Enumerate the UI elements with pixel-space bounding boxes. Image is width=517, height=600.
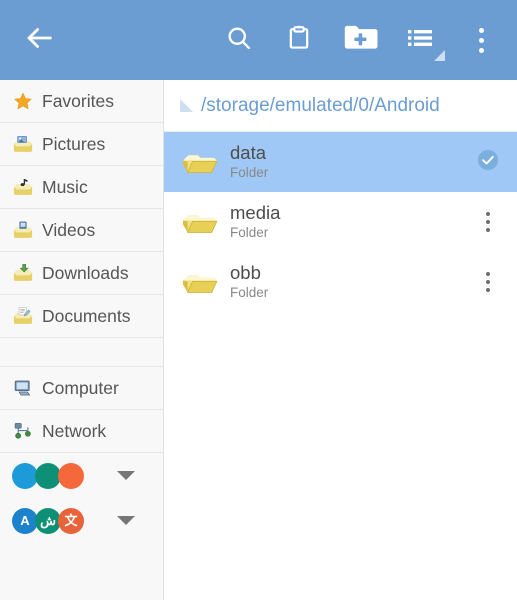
overflow-menu-button[interactable]	[453, 12, 509, 68]
list-view-icon	[407, 26, 437, 55]
more-vertical-icon	[486, 272, 490, 292]
content-area: Favorites Pictures Music Videos Download…	[0, 80, 517, 600]
current-path: /storage/emulated/0/Android	[201, 94, 440, 116]
chevron-down-icon[interactable]	[117, 471, 135, 480]
file-manager-window: Favorites Pictures Music Videos Download…	[0, 0, 517, 600]
search-icon	[225, 24, 253, 57]
folder-downloads-icon	[10, 263, 36, 283]
sidebar-item-label: Pictures	[42, 133, 106, 154]
sidebar-item-documents[interactable]: Documents	[0, 295, 163, 338]
star-icon	[10, 91, 36, 111]
triangle-marker-icon	[180, 99, 193, 112]
top-toolbar	[0, 0, 517, 80]
sidebar-item-label: Computer	[42, 377, 119, 398]
file-info: obb Folder	[230, 262, 471, 302]
row-overflow-button[interactable]	[471, 212, 505, 232]
folder-add-icon	[342, 22, 378, 59]
clipboard-icon	[285, 24, 313, 57]
view-mode-button[interactable]	[391, 12, 453, 68]
sidebar-item-videos[interactable]: Videos	[0, 209, 163, 252]
chevron-down-icon[interactable]	[117, 516, 135, 525]
sidebar-item-music[interactable]: Music	[0, 166, 163, 209]
folder-icon	[178, 205, 222, 239]
file-type: Folder	[230, 225, 269, 241]
sidebar-item-pictures[interactable]: Pictures	[0, 123, 163, 166]
folder-videos-icon	[10, 220, 36, 240]
sidebar-item-label: Documents	[42, 305, 131, 326]
folder-documents-icon	[10, 306, 36, 326]
search-button[interactable]	[209, 12, 269, 68]
back-button[interactable]	[8, 12, 70, 68]
language-swatch-cjk[interactable]: 文	[58, 507, 84, 534]
main-panel: /storage/emulated/0/Android data Folder …	[164, 80, 517, 600]
folder-pictures-icon	[10, 134, 36, 154]
folder-music-icon	[10, 177, 36, 197]
file-type: Folder	[230, 165, 269, 181]
sidebar-item-label: Favorites	[42, 90, 114, 111]
sidebar-item-network[interactable]: Network	[0, 410, 163, 453]
path-bar[interactable]: /storage/emulated/0/Android	[164, 80, 517, 132]
color-swatches-row[interactable]	[0, 453, 163, 498]
file-type: Folder	[230, 285, 269, 301]
file-name: media	[230, 202, 281, 224]
sidebar-item-label: Music	[42, 176, 88, 197]
sidebar-item-favorites[interactable]: Favorites	[0, 80, 163, 123]
check-circle-icon	[476, 148, 500, 177]
file-name: obb	[230, 262, 261, 284]
language-swatches-row[interactable]: A ش 文	[0, 498, 163, 543]
folder-icon	[178, 145, 222, 179]
clipboard-button[interactable]	[269, 12, 329, 68]
sidebar: Favorites Pictures Music Videos Download…	[0, 80, 164, 600]
row-overflow-button[interactable]	[471, 272, 505, 292]
more-vertical-icon	[478, 27, 484, 53]
folder-icon	[178, 265, 222, 299]
new-folder-button[interactable]	[329, 12, 391, 68]
computer-icon	[10, 378, 36, 398]
file-name: data	[230, 142, 267, 164]
file-row-obb[interactable]: obb Folder	[164, 252, 517, 312]
sidebar-item-downloads[interactable]: Downloads	[0, 252, 163, 295]
sidebar-empty-space	[0, 543, 163, 600]
file-list: data Folder media Folder obb Folder	[164, 132, 517, 600]
sidebar-divider-gap	[0, 338, 163, 367]
sidebar-item-computer[interactable]: Computer	[0, 367, 163, 410]
dropdown-corner-triangle-icon	[434, 50, 445, 61]
file-info: media Folder	[230, 202, 471, 242]
sidebar-item-label: Downloads	[42, 262, 129, 283]
arrow-left-icon	[22, 21, 56, 60]
selected-check-button[interactable]	[471, 148, 505, 177]
more-vertical-icon	[486, 212, 490, 232]
sidebar-item-label: Videos	[42, 219, 96, 240]
network-icon	[10, 421, 36, 441]
file-row-media[interactable]: media Folder	[164, 192, 517, 252]
sidebar-item-label: Network	[42, 420, 107, 441]
swatch-orange[interactable]	[58, 462, 84, 489]
color-swatches	[12, 462, 84, 489]
file-info: data Folder	[230, 142, 471, 182]
language-swatches: A ش 文	[12, 507, 84, 534]
file-row-data[interactable]: data Folder	[164, 132, 517, 192]
